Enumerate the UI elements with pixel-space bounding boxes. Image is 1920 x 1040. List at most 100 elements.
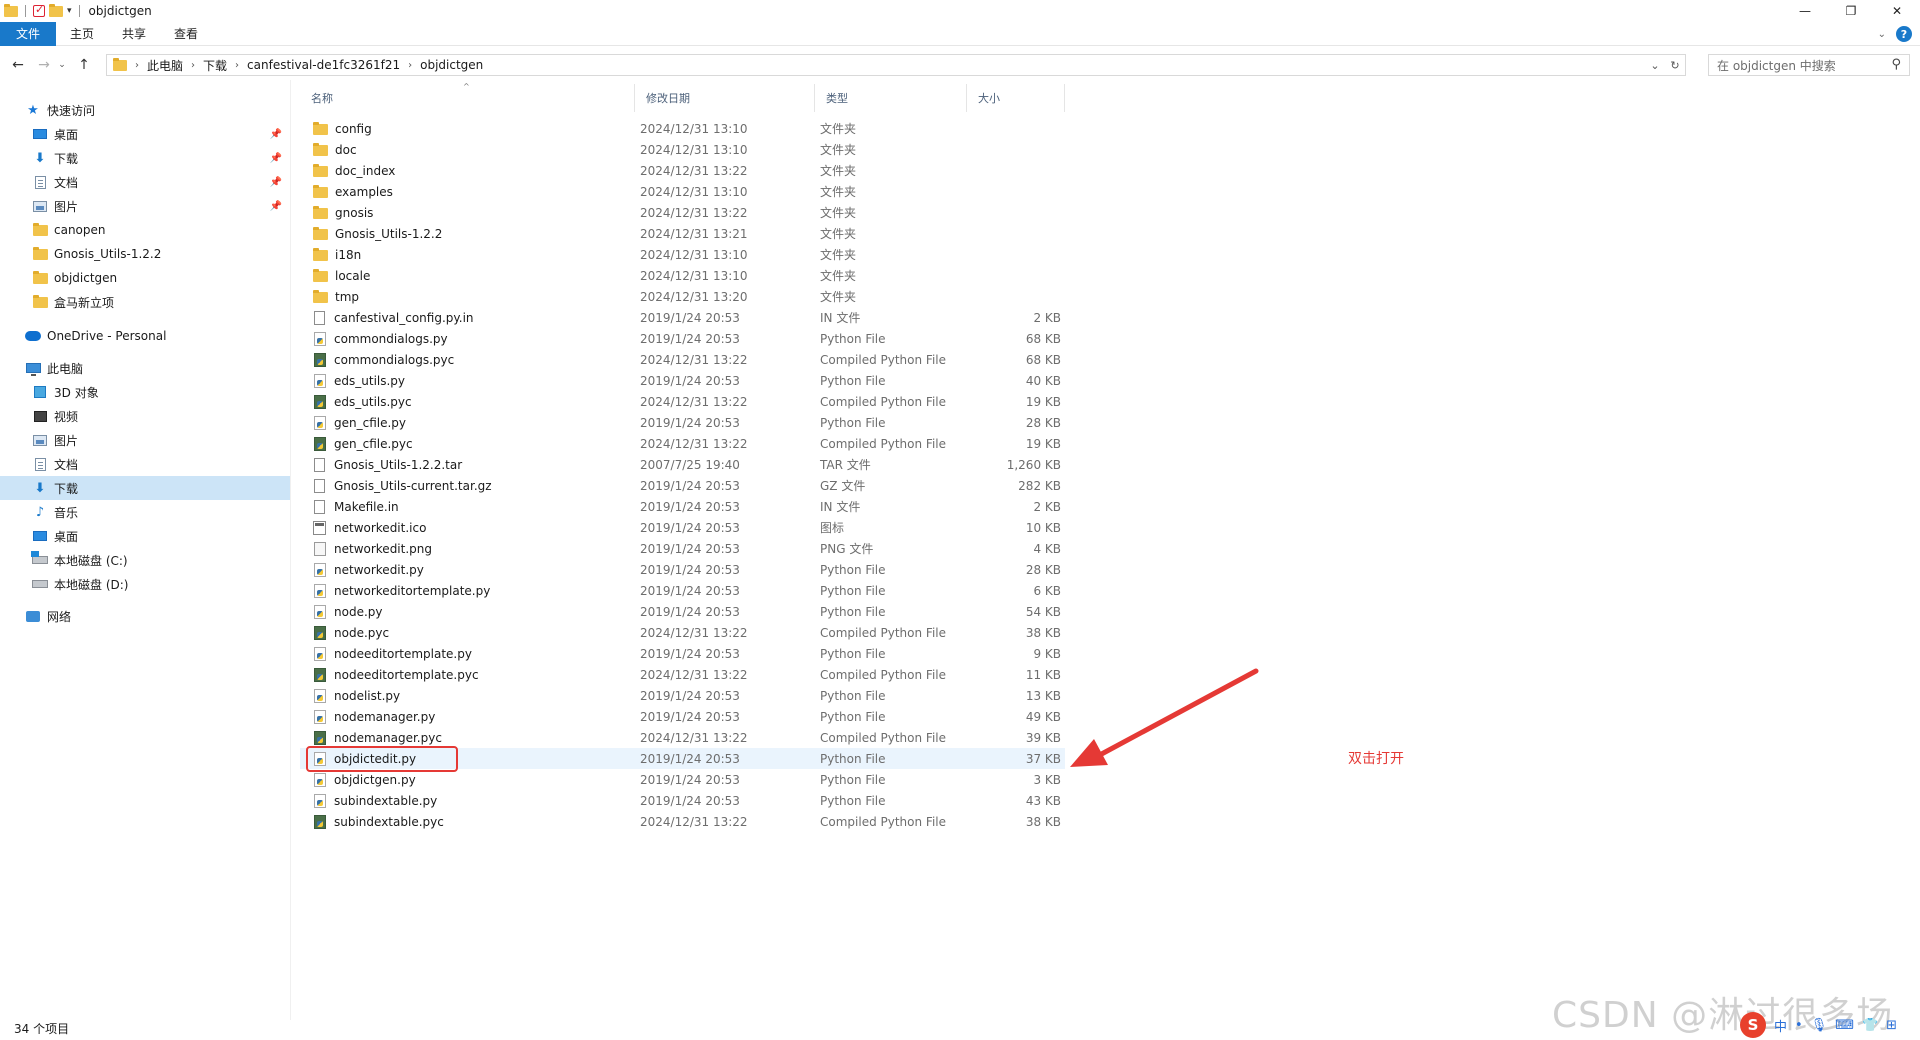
pane-divider[interactable] — [290, 80, 291, 1020]
file-name-text: objdictgen.py — [334, 772, 416, 787]
sidebar-item-3d-objects[interactable]: 3D 对象 — [0, 380, 290, 404]
table-row[interactable]: doc 2024/12/31 13:10 文件夹 — [300, 139, 1065, 160]
table-row[interactable]: networkedit.ico 2019/1/24 20:53 图标 10 KB — [300, 517, 1065, 538]
table-row[interactable]: eds_utils.pyc 2024/12/31 13:22 Compiled Py… — [300, 391, 1065, 412]
tab-home[interactable]: 主页 — [56, 22, 108, 46]
restore-button[interactable]: ❐ — [1828, 0, 1874, 22]
sidebar-item-downloads[interactable]: ⬇ 下载 📌 — [0, 146, 290, 170]
file-name: locale — [313, 268, 370, 283]
breadcrumb-separator-icon[interactable]: › — [191, 60, 195, 71]
refresh-icon[interactable]: ↻ — [1665, 59, 1685, 72]
keyboard-icon[interactable]: ⌨ — [1835, 1018, 1854, 1033]
table-row[interactable]: locale 2024/12/31 13:10 文件夹 — [300, 265, 1065, 286]
minimize-button[interactable]: — — [1782, 0, 1828, 22]
search-icon[interactable]: ⚲ — [1891, 57, 1901, 72]
tools-icon[interactable]: ⊞ — [1886, 1018, 1897, 1033]
table-row[interactable]: nodelist.py 2019/1/24 20:53 Python File 13 … — [300, 685, 1065, 706]
tab-file[interactable]: 文件 — [0, 21, 57, 46]
sidebar-item-hema[interactable]: 盒马新立项 — [0, 290, 290, 314]
table-row[interactable]: gen_cfile.pyc 2024/12/31 13:22 Compiled Py… — [300, 433, 1065, 454]
new-folder-icon[interactable] — [49, 3, 63, 17]
customize-toolbar-chevron-icon[interactable]: ▾ — [67, 6, 72, 16]
column-header-name[interactable]: 名称 ^ — [300, 82, 635, 112]
tab-share[interactable]: 共享 — [108, 22, 160, 46]
sidebar-item-gnosis-utils[interactable]: Gnosis_Utils-1.2.2 — [0, 242, 290, 266]
table-row[interactable]: objdictgen.py 2019/1/24 20:53 Python File 3… — [300, 769, 1065, 790]
table-row[interactable]: doc_index 2024/12/31 13:22 文件夹 — [300, 160, 1065, 181]
skin-icon[interactable]: 👕 — [1862, 1018, 1878, 1033]
address-bar[interactable]: › 此电脑 › 下载 › canfestival-de1fc3261f21 › … — [106, 54, 1686, 76]
breadcrumb-item[interactable]: objdictgen — [420, 58, 483, 72]
table-row[interactable]: eds_utils.py 2019/1/24 20:53 Python File 40… — [300, 370, 1065, 391]
sidebar-item-drive-c[interactable]: 本地磁盘 (C:) — [0, 548, 290, 572]
table-row[interactable]: networkedit.png 2019/1/24 20:53 PNG 文件 4 KB — [300, 538, 1065, 559]
sidebar-item-documents[interactable]: 文档 📌 — [0, 170, 290, 194]
table-row[interactable]: tmp 2024/12/31 13:20 文件夹 — [300, 286, 1065, 307]
sidebar-item-videos[interactable]: 视频 — [0, 404, 290, 428]
sidebar-item-onedrive[interactable]: OneDrive - Personal — [0, 324, 290, 348]
table-row[interactable]: node.pyc 2024/12/31 13:22 Compiled Python … — [300, 622, 1065, 643]
sidebar-item-label: 3D 对象 — [54, 385, 99, 400]
sidebar-item-label: 图片 — [54, 199, 79, 214]
punctuation-icon[interactable]: • — [1795, 1018, 1803, 1033]
mic-icon[interactable]: 🎙 — [1811, 1018, 1828, 1033]
table-row[interactable]: nodeeditortemplate.pyc 2024/12/31 13:22 Co… — [300, 664, 1065, 685]
sidebar-item-canopen[interactable]: canopen — [0, 218, 290, 242]
sidebar-item-pc-desktop[interactable]: 桌面 — [0, 524, 290, 548]
table-row[interactable]: nodeeditortemplate.py 2019/1/24 20:53 Pyth… — [300, 643, 1065, 664]
expand-ribbon-chevron-icon[interactable]: ⌄ — [1878, 29, 1886, 40]
breadcrumb-item[interactable]: canfestival-de1fc3261f21 — [247, 58, 400, 72]
table-row[interactable]: nodemanager.pyc 2024/12/31 13:22 Compiled … — [300, 727, 1065, 748]
sidebar-item-music[interactable]: ♪ 音乐 — [0, 500, 290, 524]
breadcrumb-separator-icon[interactable]: › — [408, 60, 412, 71]
breadcrumb-item[interactable]: 此电脑 — [147, 57, 183, 74]
back-arrow-icon[interactable]: ← — [8, 57, 28, 73]
help-icon[interactable]: ? — [1896, 26, 1912, 42]
table-row[interactable]: Gnosis_Utils-1.2.2 2024/12/31 13:21 文件夹 — [300, 223, 1065, 244]
column-header-size[interactable]: 大小 — [967, 84, 1065, 112]
table-row[interactable]: i18n 2024/12/31 13:10 文件夹 — [300, 244, 1065, 265]
table-row[interactable]: examples 2024/12/31 13:10 文件夹 — [300, 181, 1065, 202]
table-row[interactable]: subindextable.py 2019/1/24 20:53 Python Fi… — [300, 790, 1065, 811]
sidebar-item-quick-access[interactable]: ★ 快速访问 — [0, 98, 290, 122]
table-row[interactable]: config 2024/12/31 13:10 文件夹 — [300, 118, 1065, 139]
breadcrumb-separator-icon[interactable]: › — [135, 60, 139, 71]
up-arrow-icon[interactable]: ↑ — [74, 57, 94, 73]
sidebar-item-pictures[interactable]: 图片 📌 — [0, 194, 290, 218]
ime-mode-icon[interactable]: 中 — [1774, 1016, 1787, 1035]
sidebar-item-this-pc[interactable]: 此电脑 — [0, 356, 290, 380]
table-row[interactable]: gen_cfile.py 2019/1/24 20:53 Python File 28… — [300, 412, 1065, 433]
recent-locations-chevron-icon[interactable]: ⌄ — [56, 60, 68, 70]
table-row[interactable]: Makefile.in 2019/1/24 20:53 IN 文件 2 KB — [300, 496, 1065, 517]
table-row[interactable]: subindextable.pyc 2024/12/31 13:22 Compile… — [300, 811, 1065, 832]
address-history-chevron-icon[interactable]: ⌄ — [1645, 59, 1665, 72]
table-row[interactable]: Gnosis_Utils-current.tar.gz 2019/1/24 20:… — [300, 475, 1065, 496]
table-row[interactable]: networkeditortemplate.py 2019/1/24 20:53 P… — [300, 580, 1065, 601]
sogou-ime-icon[interactable]: S — [1740, 1012, 1766, 1038]
tab-view[interactable]: 查看 — [160, 22, 212, 46]
properties-icon[interactable] — [33, 3, 45, 17]
table-row[interactable]: commondialogs.py 2019/1/24 20:53 Python Fi… — [300, 328, 1065, 349]
sidebar-item-drive-d[interactable]: 本地磁盘 (D:) — [0, 572, 290, 596]
breadcrumb-item[interactable]: 下载 — [203, 57, 227, 74]
table-row[interactable]: Gnosis_Utils-1.2.2.tar 2007/7/25 19:40 TAR… — [300, 454, 1065, 475]
close-button[interactable]: ✕ — [1874, 0, 1920, 22]
column-header-type[interactable]: 类型 — [815, 84, 967, 112]
sidebar-item-pc-downloads[interactable]: ⬇ 下载 — [0, 476, 290, 500]
sidebar-item-pc-documents[interactable]: 文档 — [0, 452, 290, 476]
table-row[interactable]: nodemanager.py 2019/1/24 20:53 Python File… — [300, 706, 1065, 727]
file-name: Makefile.in — [313, 499, 399, 514]
sidebar-item-desktop[interactable]: 桌面 📌 — [0, 122, 290, 146]
table-row[interactable]: commondialogs.pyc 2024/12/31 13:22 Compile… — [300, 349, 1065, 370]
breadcrumb-separator-icon[interactable]: › — [235, 60, 239, 71]
table-row[interactable]: canfestival_config.py.in 2019/1/24 20:53 I… — [300, 307, 1065, 328]
sidebar-item-network[interactable]: 网络 — [0, 604, 290, 628]
table-row[interactable]: networkedit.py 2019/1/24 20:53 Python File… — [300, 559, 1065, 580]
column-header-date[interactable]: 修改日期 — [635, 84, 815, 112]
forward-arrow-icon[interactable]: → — [34, 57, 54, 73]
sidebar-item-objdictgen[interactable]: objdictgen — [0, 266, 290, 290]
table-row[interactable]: node.py 2019/1/24 20:53 Python File 54 KB — [300, 601, 1065, 622]
search-input[interactable]: 在 objdictgen 中搜索 ⚲ — [1708, 54, 1910, 76]
sidebar-item-pc-pictures[interactable]: 图片 — [0, 428, 290, 452]
table-row[interactable]: gnosis 2024/12/31 13:22 文件夹 — [300, 202, 1065, 223]
